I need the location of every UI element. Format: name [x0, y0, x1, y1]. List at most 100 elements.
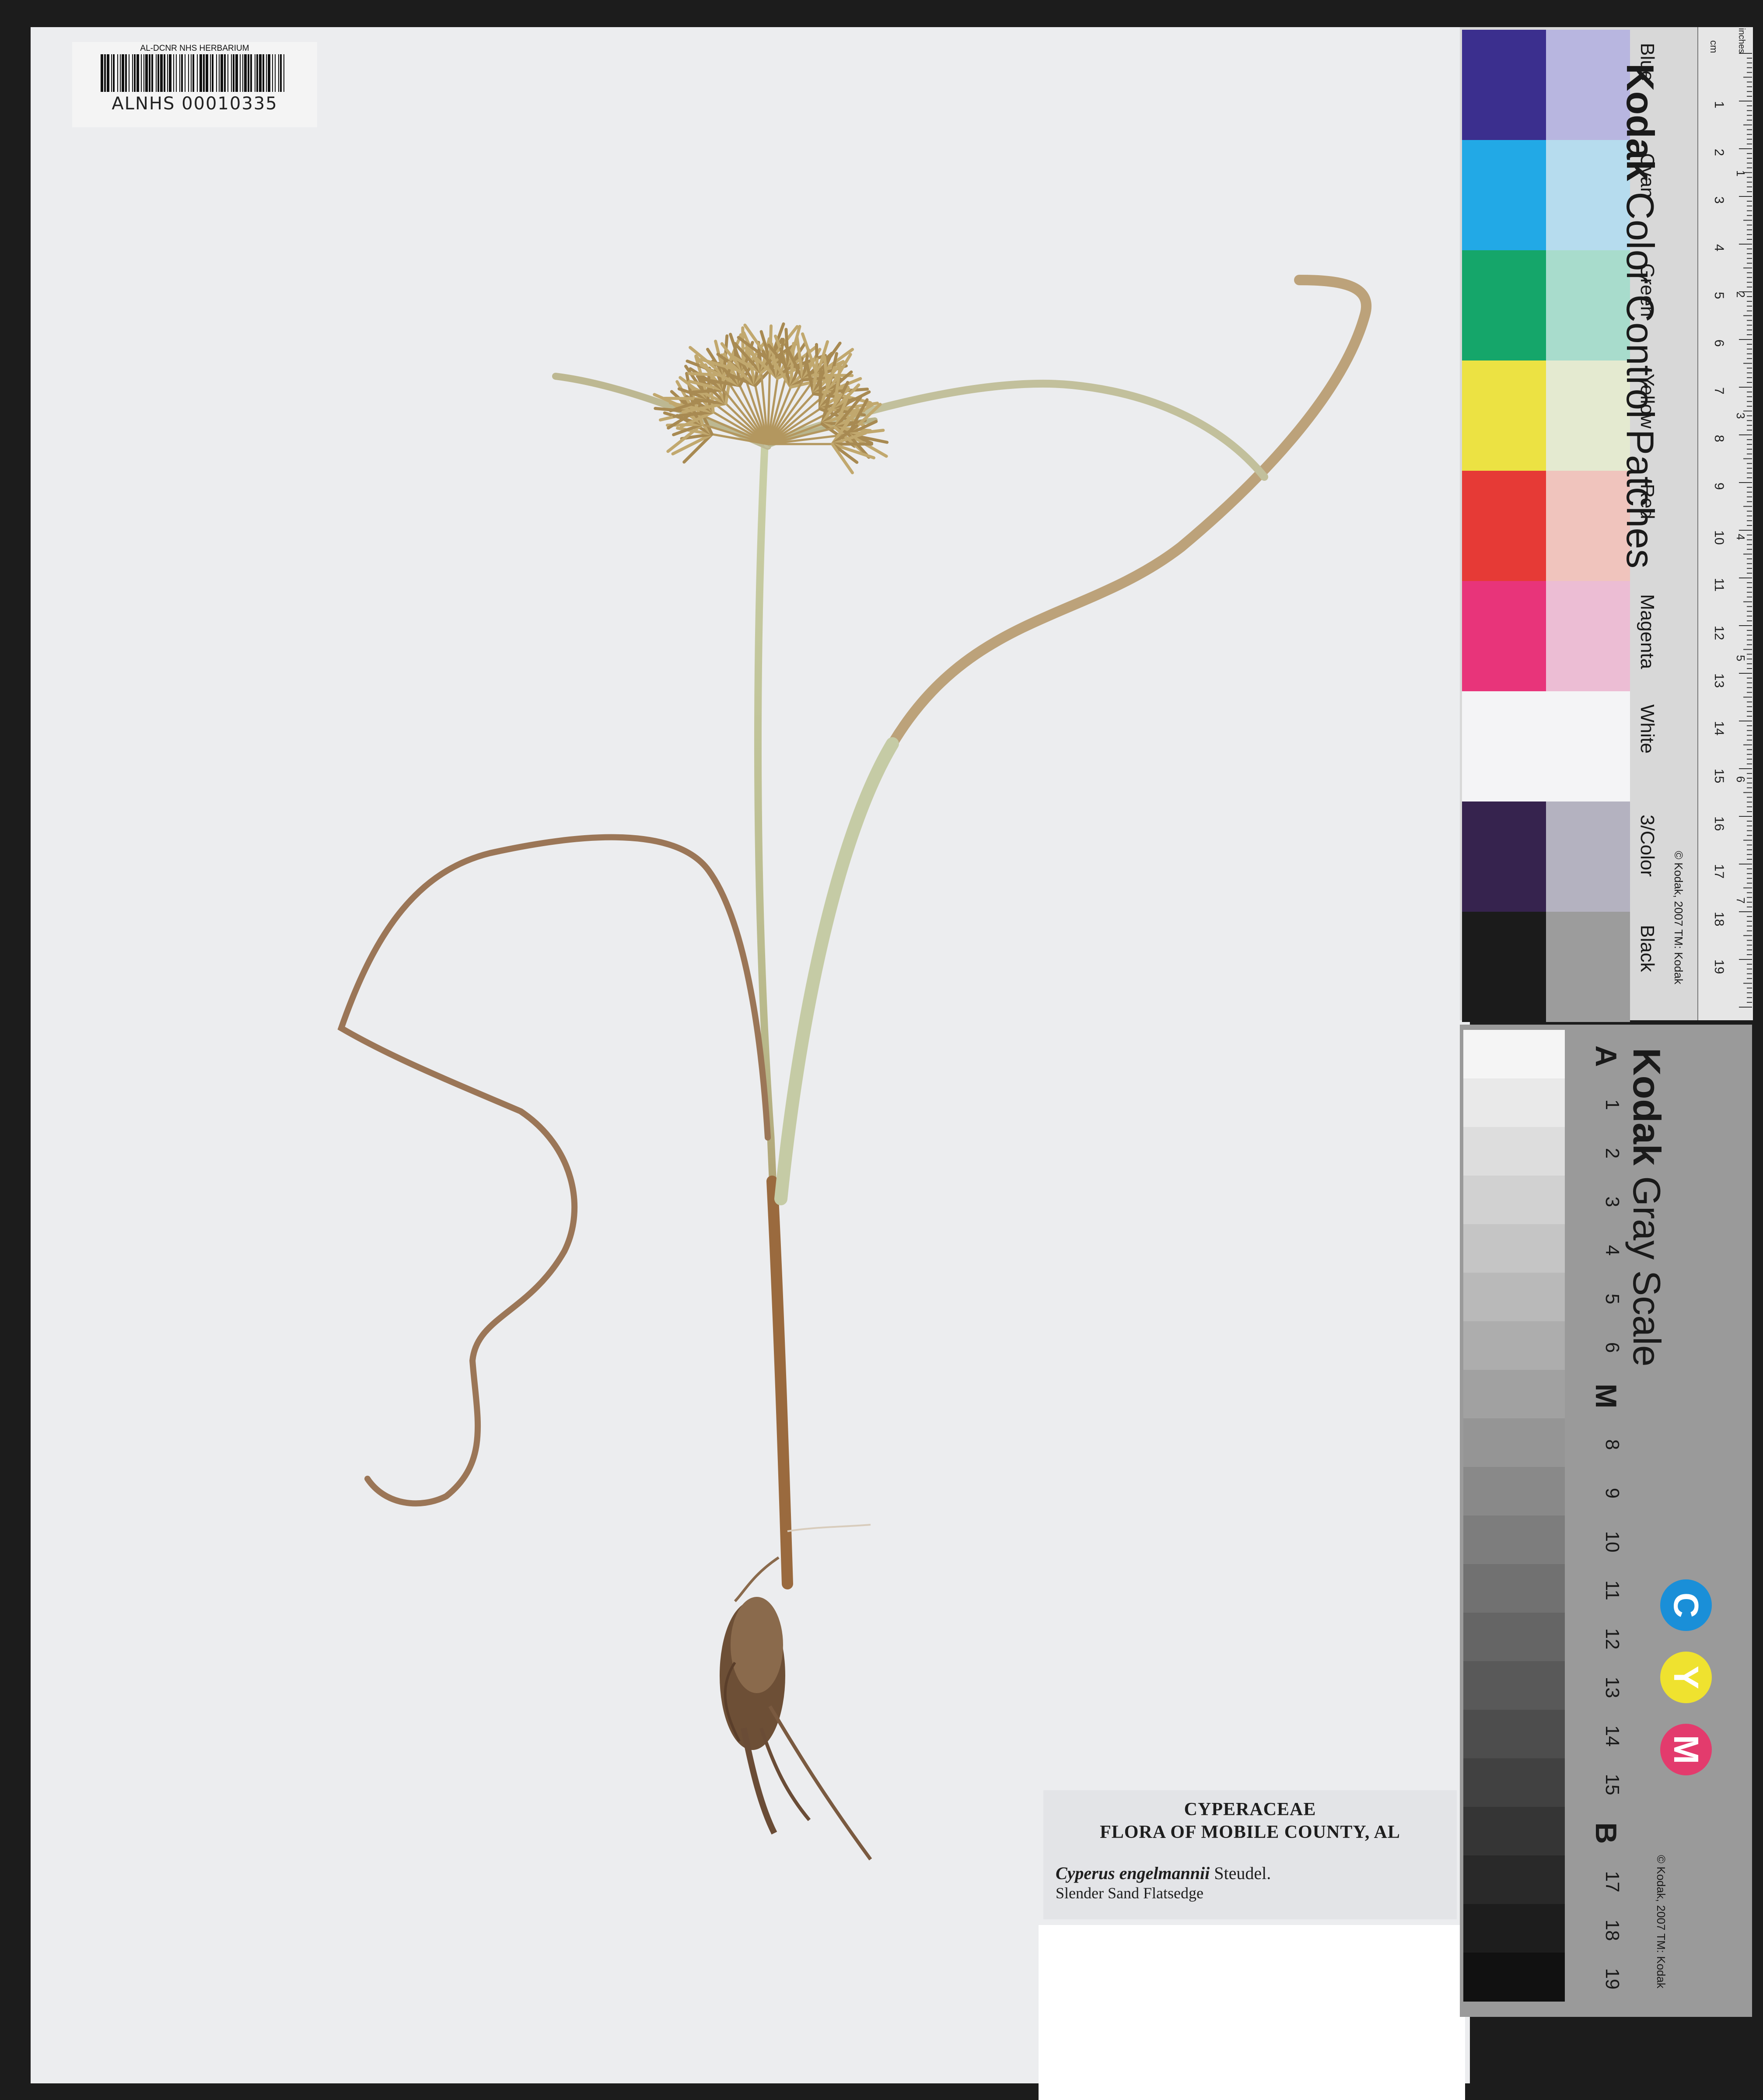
- tint-patch-black: [1546, 912, 1630, 1022]
- ruler-cm-label: 9: [1712, 483, 1726, 490]
- gray-step-label: 5: [1602, 1293, 1623, 1305]
- gray-step-patch: [1463, 1078, 1565, 1127]
- patch-label: Cyan: [1637, 153, 1658, 198]
- ruler-inch-label: 3: [1734, 413, 1747, 419]
- gray-step-patch: [1463, 1953, 1565, 2002]
- ruler-inch-label: 4: [1734, 534, 1747, 540]
- gray-step-label: 8: [1602, 1439, 1623, 1450]
- gray-step-patch: [1463, 1855, 1565, 1904]
- inflorescence: [653, 322, 889, 475]
- ruler-cm-label: 17: [1712, 864, 1726, 878]
- ruler-cm-label: 4: [1712, 244, 1726, 252]
- ruler-cm-label: 3: [1712, 196, 1726, 204]
- cym-dot-y: Y: [1660, 1652, 1712, 1703]
- color-patch-white: [1462, 691, 1546, 802]
- color-patch-yellow: [1462, 360, 1546, 471]
- gray-step-label: B: [1589, 1822, 1623, 1844]
- scientific-name: Cyperus engelmannii: [1056, 1863, 1210, 1883]
- ruler-inch-label: 1: [1734, 170, 1747, 176]
- common-name: Slender Sand Flatsedge: [1056, 1884, 1203, 1902]
- gray-step-patch: [1463, 1321, 1565, 1370]
- scientific-name-line: Cyperus engelmannii Steudel.: [1056, 1863, 1271, 1883]
- ruler-cm-label: 13: [1712, 673, 1726, 688]
- patch-label: Green: [1637, 263, 1658, 317]
- ruler-cm-label: 11: [1712, 578, 1726, 592]
- gray-step-label: 3: [1602, 1196, 1623, 1208]
- gray-step-patch: [1463, 1564, 1565, 1613]
- patch-label: Magenta: [1637, 594, 1658, 669]
- color-patch-green: [1462, 250, 1546, 360]
- patch-label: Yellow: [1637, 374, 1658, 429]
- gray-step-patch: [1463, 1370, 1565, 1419]
- ruler-inch-label: 6: [1734, 776, 1747, 782]
- gray-step-patch: [1463, 1273, 1565, 1322]
- stem-base: [766, 1176, 793, 1589]
- gray-step-patch: [1463, 1418, 1565, 1467]
- patch-label: White: [1637, 704, 1658, 754]
- gray-step-patch: [1463, 1030, 1565, 1079]
- gray-step-label: 12: [1602, 1628, 1623, 1650]
- root-mass: [720, 1524, 872, 1861]
- gray-card-title: Kodak Gray Scale: [1624, 1048, 1669, 1367]
- gray-step-label: 19: [1602, 1968, 1623, 1990]
- ruler-cm-unit: cm: [1708, 40, 1719, 53]
- bract-left: [552, 373, 771, 450]
- ruler-inch-label: 2: [1734, 291, 1747, 298]
- patch-label: Red: [1637, 484, 1658, 519]
- ruler-inch-label: 7: [1734, 897, 1747, 903]
- gray-step-label: 4: [1602, 1245, 1623, 1256]
- gray-step-patch: [1463, 1127, 1565, 1176]
- color-patch-magenta: [1462, 581, 1546, 691]
- cym-dot-c: C: [1660, 1579, 1712, 1631]
- gray-step-patch: [1463, 1516, 1565, 1564]
- gray-step-label: A: [1589, 1045, 1623, 1067]
- color-patch-cyan: [1462, 140, 1546, 250]
- ruler-cm-label: 8: [1712, 435, 1726, 442]
- ruler-cm-label: 15: [1712, 769, 1726, 783]
- gray-step-patch: [1463, 1904, 1565, 1953]
- gray-step-label: 13: [1602, 1676, 1623, 1698]
- patch-label: Blue: [1637, 43, 1658, 82]
- ruler-cm-label: 14: [1712, 721, 1726, 735]
- kodak-logo-text-gray: Kodak: [1625, 1048, 1669, 1166]
- herbarium-specimen-photo: AL-DCNR NHS HERBARIUM ALNHS 00010335 CYP…: [0, 0, 1763, 2100]
- ruler-cm-label: 12: [1712, 626, 1726, 640]
- gray-step-patch: [1463, 1224, 1565, 1273]
- leaf-left: [337, 834, 771, 1507]
- tint-patch-3-color: [1546, 802, 1630, 912]
- ruler-cm-label: 6: [1712, 340, 1726, 347]
- gray-step-patch: [1463, 1710, 1565, 1759]
- gray-step-patch: [1463, 1467, 1565, 1516]
- blank-label-area: [1039, 1925, 1465, 2100]
- ruler-cm-label: 10: [1712, 530, 1726, 545]
- gray-card-subtitle: Gray Scale: [1625, 1176, 1669, 1367]
- leaf-right: [776, 275, 1371, 1204]
- ruler-inch-unit: inches: [1737, 28, 1746, 53]
- tint-patch-white: [1546, 691, 1630, 802]
- ruler-cm-label: 5: [1712, 292, 1726, 299]
- patch-label: 3/Color: [1637, 815, 1658, 877]
- ruler-cm-label: 16: [1712, 816, 1726, 831]
- gray-card-copyright: © Kodak, 2007 TM: Kodak: [1655, 1855, 1668, 1988]
- gray-step-patch: [1463, 1176, 1565, 1225]
- ruler-cm-label: 2: [1712, 149, 1726, 156]
- cym-dot-m: M: [1660, 1724, 1712, 1775]
- color-patch-black: [1462, 912, 1546, 1022]
- gray-step-label: 11: [1602, 1580, 1623, 1600]
- author: Steudel.: [1214, 1863, 1271, 1883]
- gray-step-patch: [1463, 1807, 1565, 1856]
- ruler-cm-label: 19: [1712, 959, 1726, 974]
- leaf-right-sheath: [774, 737, 899, 1205]
- ruler-inch-label: 5: [1734, 655, 1747, 661]
- patch-label: Black: [1637, 925, 1658, 972]
- flora-title: FLORA OF MOBILE COUNTY, AL: [1100, 1822, 1400, 1842]
- gray-step-patch: [1463, 1613, 1565, 1662]
- color-card-copyright: © Kodak, 2007 TM: Kodak: [1672, 851, 1685, 984]
- color-patch-blue: [1462, 30, 1546, 140]
- gray-step-label: M: [1589, 1383, 1623, 1409]
- tint-patch-magenta: [1546, 581, 1630, 691]
- color-patch-3-color: [1462, 802, 1546, 912]
- gray-step-label: 10: [1602, 1531, 1623, 1553]
- gray-step-patch: [1463, 1661, 1565, 1710]
- ruler-cm-label: 1: [1712, 101, 1726, 108]
